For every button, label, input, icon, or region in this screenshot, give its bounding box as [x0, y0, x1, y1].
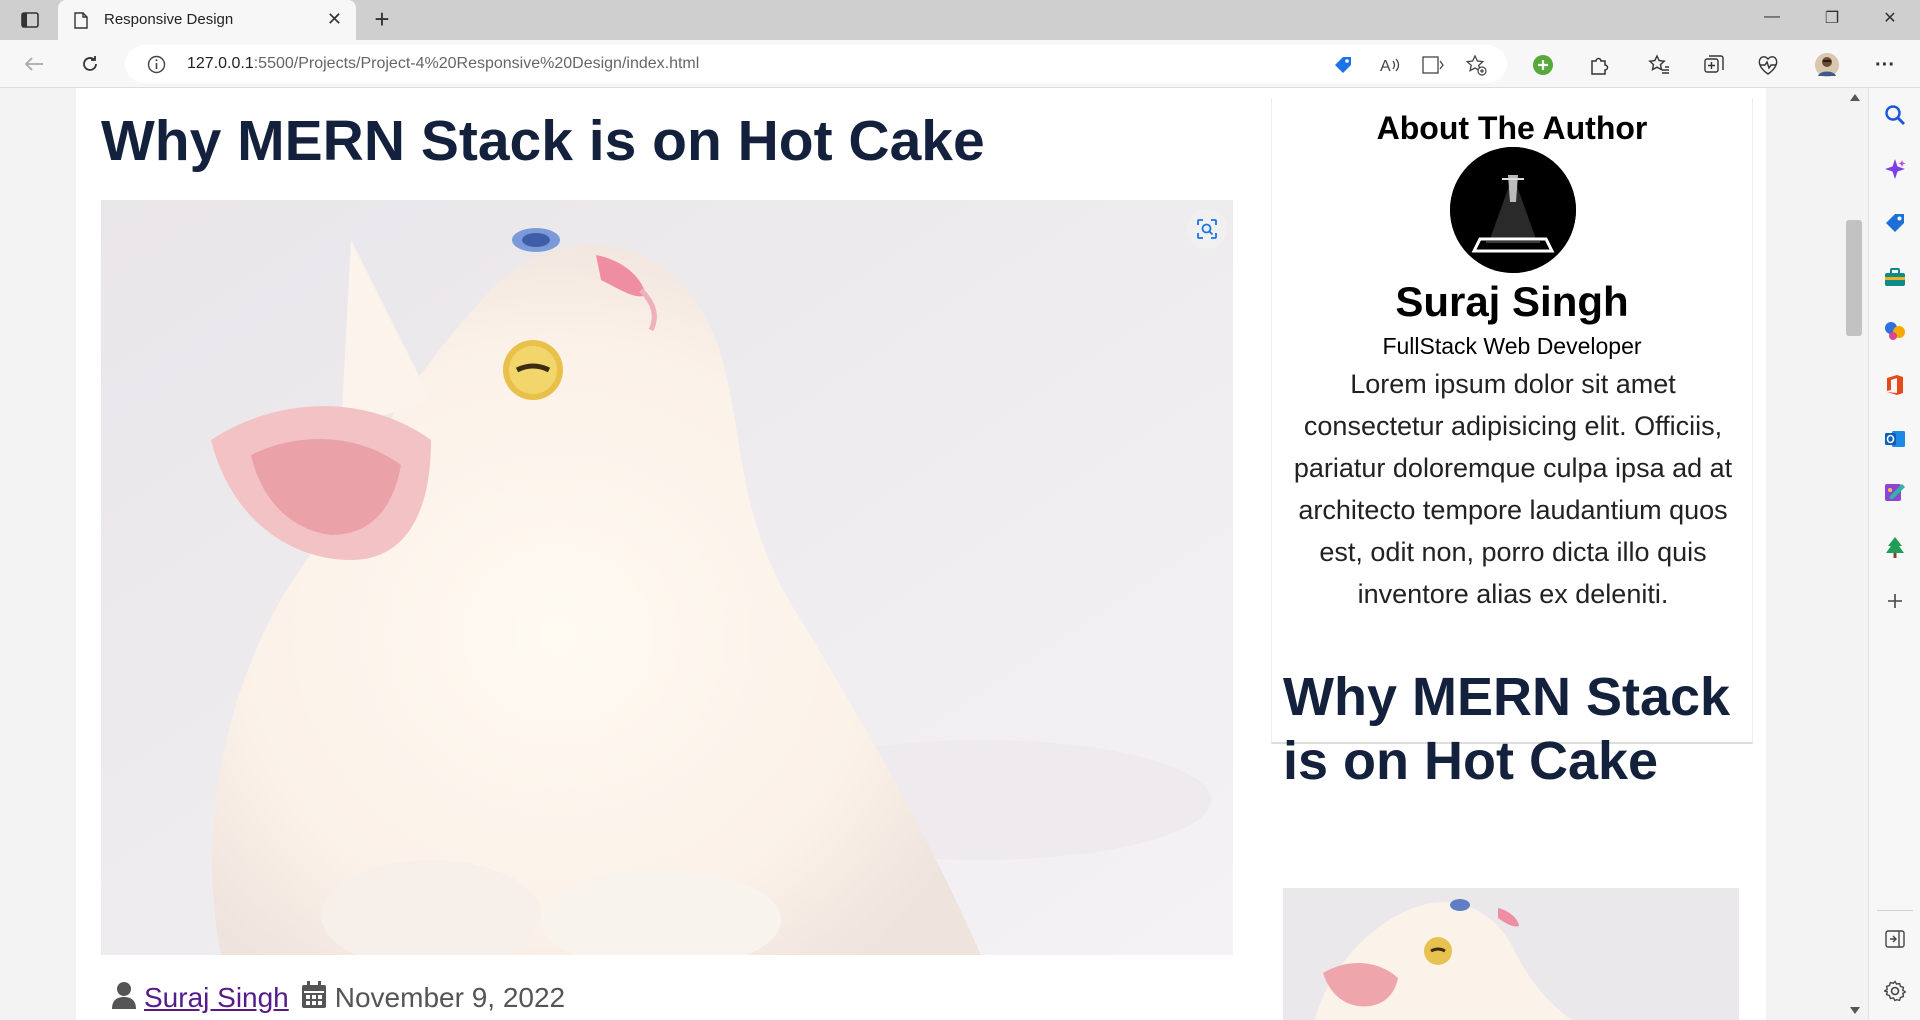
read-aloud-icon[interactable]: A — [1379, 54, 1401, 76]
scroll-thumb[interactable] — [1846, 220, 1862, 336]
visual-search-icon[interactable] — [1187, 209, 1227, 249]
back-arrow-icon[interactable] — [20, 50, 48, 78]
page-icon — [74, 12, 88, 34]
settings-gear-icon[interactable] — [1882, 978, 1908, 1004]
author-bio: Lorem ipsum dolor sit amet consectetur a… — [1293, 369, 1733, 609]
post-date: November 9, 2022 — [334, 982, 566, 1013]
add-favorite-icon[interactable] — [1465, 54, 1487, 76]
about-author-heading: About The Author — [1376, 110, 1648, 146]
author-role: FullStack Web Developer — [1382, 333, 1642, 359]
more-menu-icon[interactable]: ··· — [1872, 52, 1898, 78]
post-author-link[interactable]: Suraj Singh — [144, 982, 289, 1014]
tree-icon[interactable] — [1882, 534, 1908, 560]
scroll-down-icon[interactable] — [1850, 1007, 1860, 1014]
shopping-tag-icon[interactable] — [1332, 54, 1354, 76]
address-bar[interactable]: 127.0.0.1:5500/Projects/Project-4%20Resp… — [125, 45, 1507, 83]
tab-actions-icon[interactable] — [10, 7, 50, 33]
author-card: About The Author Suraj Singh FullStack W… — [1271, 98, 1753, 744]
close-window-button[interactable]: ✕ — [1870, 8, 1910, 32]
sidebar-divider — [1877, 910, 1913, 911]
office-icon[interactable] — [1882, 372, 1908, 398]
calendar-icon — [301, 980, 327, 1016]
designer-icon[interactable] — [1882, 480, 1908, 506]
tab-bar: Responsive Design ✕ + — ❐ ✕ — [0, 0, 1920, 40]
refresh-icon[interactable] — [76, 50, 104, 78]
minimize-button[interactable]: — — [1752, 8, 1792, 32]
shopping-icon[interactable] — [1882, 210, 1908, 236]
restore-button[interactable]: ❐ — [1812, 8, 1852, 32]
author-name: Suraj Singh — [1395, 278, 1629, 325]
outlook-icon[interactable] — [1882, 426, 1908, 452]
cat-image — [101, 200, 1233, 955]
edge-sidebar — [1868, 88, 1920, 1020]
author-avatar — [1450, 147, 1576, 273]
post-meta: Suraj Singh November 9, 2022 — [112, 978, 565, 1018]
page-viewport: Why MERN Stack is on Hot Cake Suraj Sing… — [0, 88, 1840, 1020]
page-scrollbar[interactable] — [1840, 88, 1868, 1020]
games-icon[interactable] — [1882, 318, 1908, 344]
tools-briefcase-icon[interactable] — [1882, 264, 1908, 290]
hide-sidebar-icon[interactable] — [1882, 926, 1908, 952]
tab-title: Responsive Design — [104, 11, 234, 28]
browser-essentials-icon[interactable] — [1755, 52, 1781, 78]
browser-tab[interactable]: Responsive Design ✕ — [58, 0, 356, 40]
extension-add-icon[interactable] — [1530, 52, 1556, 78]
collections-icon[interactable] — [1701, 52, 1727, 78]
copilot-sparkle-icon[interactable] — [1882, 156, 1908, 182]
info-icon[interactable] — [147, 55, 166, 79]
profile-avatar-icon[interactable] — [1814, 52, 1840, 78]
add-sidebar-app-icon[interactable] — [1882, 588, 1908, 614]
scroll-up-icon[interactable] — [1850, 94, 1860, 101]
favorites-icon[interactable] — [1646, 52, 1672, 78]
page-content: Why MERN Stack is on Hot Cake Suraj Sing… — [76, 88, 1766, 1020]
search-icon[interactable] — [1882, 102, 1908, 128]
side-post-title: Why MERN Stack is on Hot Cake — [1283, 667, 1731, 791]
user-icon — [112, 981, 136, 1016]
tab-close-icon[interactable]: ✕ — [327, 10, 342, 28]
immersive-reader-icon[interactable] — [1422, 54, 1444, 76]
side-post-image — [1283, 888, 1739, 1020]
svg-text:A: A — [1380, 58, 1391, 75]
url-text[interactable]: 127.0.0.1:5500/Projects/Project-4%20Resp… — [187, 55, 699, 73]
extensions-puzzle-icon[interactable] — [1586, 52, 1612, 78]
new-tab-button[interactable]: + — [368, 6, 396, 34]
browser-toolbar: 127.0.0.1:5500/Projects/Project-4%20Resp… — [0, 40, 1920, 88]
post-title: Why MERN Stack is on Hot Cake — [101, 109, 985, 173]
